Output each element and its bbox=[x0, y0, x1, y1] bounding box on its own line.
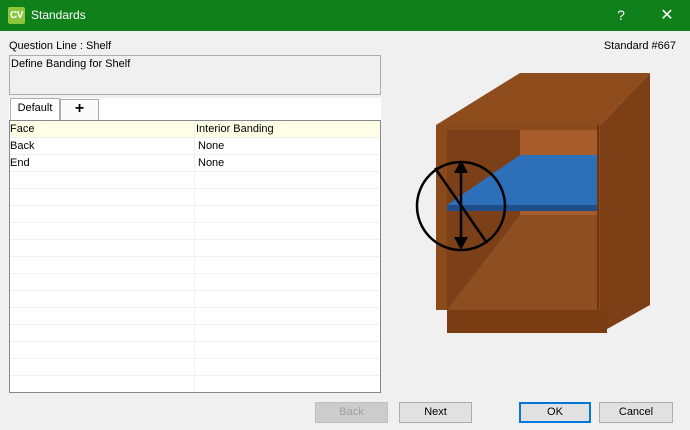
empty-cell[interactable] bbox=[10, 308, 194, 325]
empty-table-row[interactable] bbox=[10, 291, 380, 308]
empty-cell[interactable] bbox=[194, 172, 380, 189]
empty-table-row[interactable] bbox=[10, 223, 380, 240]
description-box: Define Banding for Shelf bbox=[9, 55, 381, 95]
title-bar: CV Standards ? ✕ bbox=[0, 0, 690, 31]
empty-table-row[interactable] bbox=[10, 240, 380, 257]
empty-cell[interactable] bbox=[194, 240, 380, 257]
face-cell[interactable]: Back bbox=[10, 138, 194, 155]
grid-header-row: Face Interior Banding bbox=[10, 121, 380, 138]
empty-table-row[interactable] bbox=[10, 189, 380, 206]
empty-cell[interactable] bbox=[194, 342, 380, 359]
empty-cell[interactable] bbox=[194, 325, 380, 342]
empty-cell[interactable] bbox=[10, 376, 194, 392]
help-button[interactable]: ? bbox=[598, 0, 644, 31]
empty-cell[interactable] bbox=[194, 376, 380, 392]
empty-cell[interactable] bbox=[10, 189, 194, 206]
face-cell[interactable]: End bbox=[10, 155, 194, 172]
empty-cell[interactable] bbox=[194, 291, 380, 308]
empty-cell[interactable] bbox=[10, 223, 194, 240]
empty-cell[interactable] bbox=[10, 291, 194, 308]
empty-cell[interactable] bbox=[10, 206, 194, 223]
empty-cell[interactable] bbox=[194, 223, 380, 240]
ok-button[interactable]: OK bbox=[519, 402, 591, 423]
empty-table-row[interactable] bbox=[10, 308, 380, 325]
empty-cell[interactable] bbox=[10, 342, 194, 359]
empty-cell[interactable] bbox=[194, 189, 380, 206]
empty-table-row[interactable] bbox=[10, 325, 380, 342]
empty-table-row[interactable] bbox=[10, 274, 380, 291]
close-button[interactable]: ✕ bbox=[644, 0, 690, 31]
empty-cell[interactable] bbox=[10, 172, 194, 189]
table-row[interactable]: End None bbox=[10, 155, 380, 172]
banding-grid: Face Interior Banding Back None End None bbox=[9, 120, 381, 393]
cancel-button[interactable]: Cancel bbox=[599, 402, 673, 423]
empty-table-row[interactable] bbox=[10, 359, 380, 376]
empty-table-row[interactable] bbox=[10, 172, 380, 189]
banding-cell[interactable]: None bbox=[194, 155, 380, 172]
cabinet-shelf-illustration bbox=[415, 73, 650, 333]
empty-cell[interactable] bbox=[10, 359, 194, 376]
tab-strip: Default + bbox=[9, 98, 381, 120]
app-logo-icon: CV bbox=[8, 7, 25, 24]
empty-cell[interactable] bbox=[10, 325, 194, 342]
banding-cell[interactable]: None bbox=[194, 138, 380, 155]
column-header-interior-banding: Interior Banding bbox=[194, 121, 380, 138]
empty-cell[interactable] bbox=[194, 308, 380, 325]
question-line-label: Question Line : Shelf bbox=[9, 40, 112, 52]
next-button[interactable]: Next bbox=[399, 402, 472, 423]
back-button[interactable]: Back bbox=[315, 402, 388, 423]
empty-cell[interactable] bbox=[194, 257, 380, 274]
empty-table-row[interactable] bbox=[10, 206, 380, 223]
empty-table-row[interactable] bbox=[10, 257, 380, 274]
table-row[interactable]: Back None bbox=[10, 138, 380, 155]
column-header-face: Face bbox=[10, 123, 35, 135]
empty-cell[interactable] bbox=[194, 206, 380, 223]
tab-default[interactable]: Default bbox=[10, 98, 60, 120]
empty-cell[interactable] bbox=[10, 240, 194, 257]
empty-cell[interactable] bbox=[194, 274, 380, 291]
empty-cell[interactable] bbox=[10, 257, 194, 274]
standard-number-label: Standard #667 bbox=[603, 40, 676, 52]
empty-table-row[interactable] bbox=[10, 342, 380, 359]
empty-table-row[interactable] bbox=[10, 376, 380, 392]
add-tab-button[interactable]: + bbox=[60, 99, 99, 120]
window-title: Standards bbox=[31, 8, 86, 22]
empty-cell[interactable] bbox=[10, 274, 194, 291]
empty-cell[interactable] bbox=[194, 359, 380, 376]
shelf-front-edge bbox=[447, 205, 598, 211]
